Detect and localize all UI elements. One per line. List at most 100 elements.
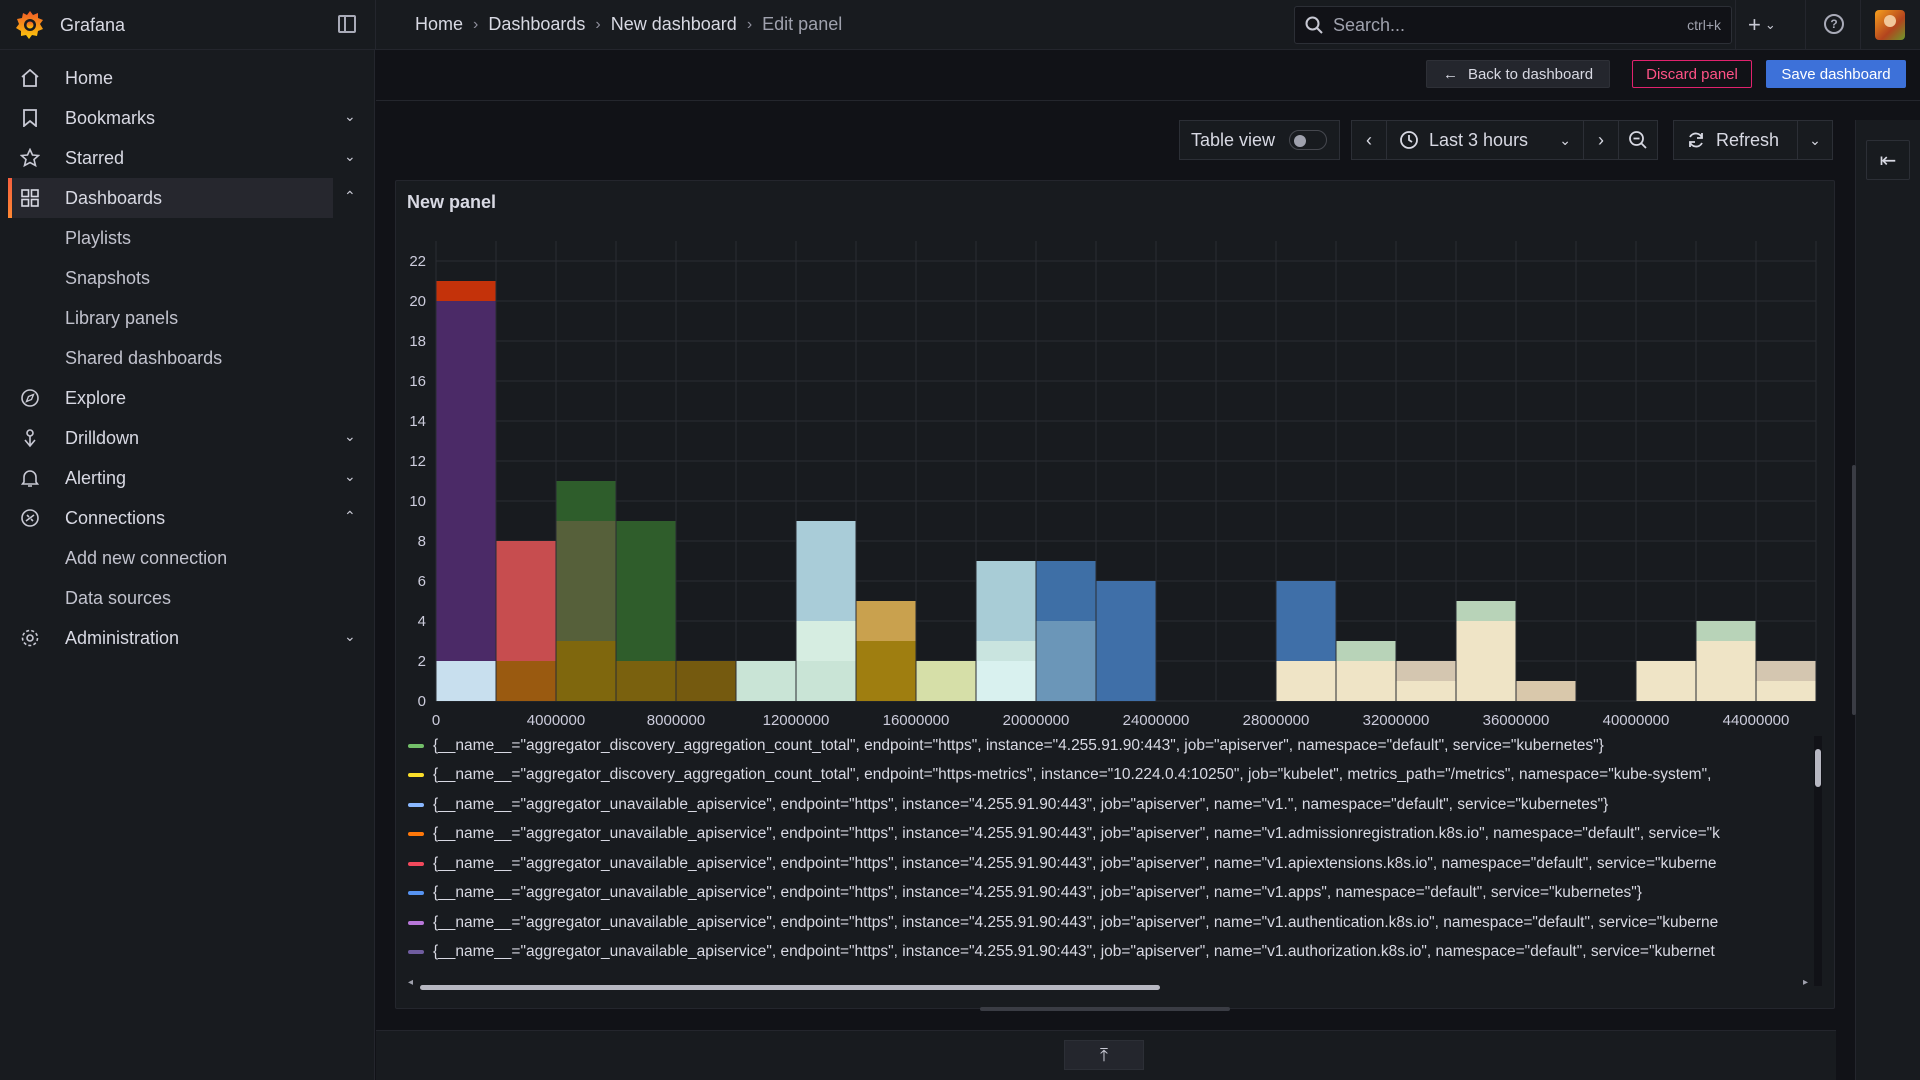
x-tick-label: 28000000	[1243, 712, 1310, 729]
chevron-down-icon[interactable]: ⌄	[344, 108, 356, 125]
time-back-button[interactable]: ‹	[1351, 120, 1387, 160]
legend-item[interactable]: {__name__="aggregator_unavailable_apiser…	[406, 908, 1812, 938]
sidebar-item-label: Library panels	[65, 307, 179, 328]
legend-label: {__name__="aggregator_discovery_aggregat…	[433, 766, 1712, 784]
chevron-down-icon[interactable]: ⌄	[344, 428, 356, 445]
drilldown-icon	[20, 429, 40, 448]
y-tick-label: 0	[418, 693, 426, 710]
back-to-dashboard-button[interactable]: ← Back to dashboard	[1426, 60, 1610, 88]
histogram-bar-segment	[1036, 561, 1096, 621]
legend-item[interactable]: {__name__="aggregator_unavailable_apiser…	[406, 879, 1812, 909]
search-icon	[1305, 16, 1323, 34]
legend-swatch	[408, 802, 424, 807]
legend-swatch	[408, 891, 424, 896]
dock-menu-icon[interactable]	[338, 15, 356, 33]
options-pane-collapsed	[1855, 120, 1920, 1080]
expand-options-button[interactable]: ⇤	[1866, 140, 1910, 180]
chevron-down-icon: ⌄	[1559, 131, 1571, 148]
apps-icon	[20, 189, 40, 207]
sidebar-item-label: Shared dashboards	[65, 347, 223, 368]
sidebar-item-data-sources[interactable]: Data sources	[0, 578, 375, 618]
table-view-toggle[interactable]: Table view	[1179, 120, 1340, 160]
y-tick-label: 2	[418, 653, 426, 670]
breadcrumb-new-dashboard[interactable]: New dashboard	[611, 14, 737, 35]
x-tick-label: 36000000	[1483, 712, 1550, 729]
chevron-down-icon[interactable]: ⌄	[344, 628, 356, 645]
x-tick-label: 16000000	[883, 712, 950, 729]
histogram-bar-segment	[796, 661, 856, 701]
legend-swatch	[408, 832, 424, 837]
breadcrumb-dashboards[interactable]: Dashboards	[488, 14, 585, 35]
main-scrollbar[interactable]	[1852, 465, 1856, 715]
save-dashboard-button[interactable]: Save dashboard	[1766, 60, 1906, 88]
sidebar-item-add-new-connection[interactable]: Add new connection	[0, 538, 375, 578]
sidebar-item-connections[interactable]: Connections ⌃	[0, 498, 375, 538]
avatar[interactable]	[1875, 10, 1905, 40]
refresh-label: Refresh	[1716, 129, 1780, 150]
sidebar-item-home[interactable]: Home	[0, 58, 375, 98]
collapse-editor-button[interactable]: ⤒	[1064, 1040, 1144, 1070]
refresh-interval-dropdown[interactable]: ⌄	[1797, 120, 1833, 160]
legend-item[interactable]: {__name__="aggregator_discovery_aggregat…	[406, 761, 1812, 791]
chevron-up-icon[interactable]: ⌃	[344, 188, 356, 205]
legend-item[interactable]: {__name__="aggregator_unavailable_apiser…	[406, 938, 1812, 968]
sidebar-item-alerting[interactable]: Alerting ⌄	[0, 458, 375, 498]
sidebar-item-explore[interactable]: Explore	[0, 378, 375, 418]
toggle-switch[interactable]	[1289, 130, 1328, 150]
legend-scrollbar-thumb[interactable]	[1815, 749, 1821, 787]
chevron-down-icon[interactable]: ⌄	[344, 148, 356, 165]
x-tick-label: 40000000	[1603, 712, 1670, 729]
x-tick-label: 20000000	[1003, 712, 1070, 729]
legend-item[interactable]: {__name__="aggregator_unavailable_apiser…	[406, 790, 1812, 820]
sidebar-item-shared-dashboards[interactable]: Shared dashboards	[0, 338, 375, 378]
legend: {__name__="aggregator_discovery_aggregat…	[406, 731, 1812, 971]
legend-item[interactable]: {__name__="aggregator_discovery_aggregat…	[406, 731, 1812, 761]
sidebar-item-label: Drilldown	[65, 427, 140, 448]
histogram-bar-segment	[556, 641, 616, 701]
search-input[interactable]	[1333, 14, 1678, 36]
chevron-up-icon[interactable]: ⌃	[344, 508, 356, 525]
histogram-bar-segment	[1276, 581, 1336, 661]
time-range-picker[interactable]: Last 3 hours ⌄	[1386, 120, 1584, 160]
sidebar-item-administration[interactable]: Administration ⌄	[0, 618, 375, 658]
histogram-bar-segment	[916, 661, 976, 701]
legend-label: {__name__="aggregator_unavailable_apiser…	[433, 884, 1642, 902]
sidebar-item-starred[interactable]: Starred ⌄	[0, 138, 375, 178]
legend-item[interactable]: {__name__="aggregator_unavailable_apiser…	[406, 820, 1812, 850]
histogram-bar-segment	[1756, 661, 1816, 681]
histogram-bar-segment	[976, 661, 1036, 701]
help-icon[interactable]: ?	[1824, 14, 1844, 34]
histogram-bar-segment	[976, 641, 1036, 661]
sidebar-item-dashboards[interactable]: Dashboards ⌃	[8, 178, 356, 218]
sidebar-item-library-panels[interactable]: Library panels	[0, 298, 375, 338]
time-forward-button[interactable]: ›	[1583, 120, 1619, 160]
y-tick-label: 8	[418, 533, 426, 550]
chevron-down-icon: ⌄	[1809, 131, 1821, 148]
legend-item[interactable]: {__name__="aggregator_unavailable_apiser…	[406, 849, 1812, 879]
panel-title[interactable]: New panel	[407, 192, 496, 213]
legend-item[interactable]: {__name__="aggregator_unavailable_apiser…	[406, 967, 1812, 971]
zoom-out-button[interactable]	[1618, 120, 1658, 160]
x-tick-label: 4000000	[527, 712, 585, 729]
sidebar-item-bookmarks[interactable]: Bookmarks ⌄	[0, 98, 375, 138]
arrow-up-to-line-icon: ⤒	[1100, 1044, 1108, 1065]
refresh-button[interactable]: Refresh	[1673, 120, 1798, 160]
panel: New panel 0 2 4 6 8 10 12 14 16 18 20 22 0 4000000 800…	[395, 180, 1835, 1009]
search-box[interactable]: ctrl+k	[1294, 6, 1732, 44]
cog-icon	[20, 629, 40, 647]
chevron-down-icon[interactable]: ⌄	[344, 468, 356, 485]
panel-resize-handle[interactable]	[980, 1007, 1230, 1011]
histogram-bar-segment	[1756, 681, 1816, 701]
legend-hscrollbar-thumb[interactable]	[420, 985, 1160, 990]
connections-icon	[20, 509, 40, 527]
sidebar-item-playlists[interactable]: Playlists	[0, 218, 375, 258]
discard-panel-button[interactable]: Discard panel	[1632, 60, 1752, 88]
plus-icon: +	[1748, 12, 1761, 37]
histogram-bar-segment	[616, 521, 676, 661]
sidebar-item-snapshots[interactable]: Snapshots	[0, 258, 375, 298]
sidebar-item-label: Administration	[65, 627, 180, 648]
sidebar-item-drilldown[interactable]: Drilldown ⌄	[0, 418, 375, 458]
breadcrumb-home[interactable]: Home	[415, 14, 463, 35]
new-menu-button[interactable]: + ⌄	[1748, 12, 1776, 38]
brand[interactable]: Grafana	[14, 9, 125, 41]
